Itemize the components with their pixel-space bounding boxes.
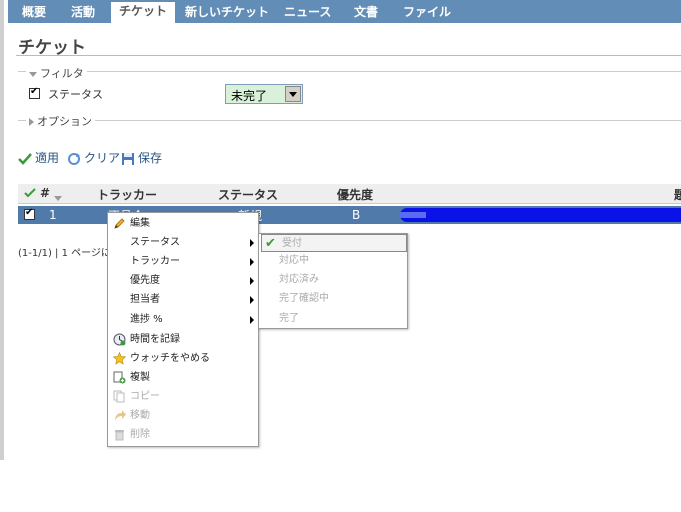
clear-label: クリア bbox=[84, 151, 121, 165]
menu-item-label: ウォッチをやめる bbox=[130, 353, 210, 364]
top-navigation: 概要 活動 チケット 新しいチケット ニュース 文書 ファイル bbox=[8, 0, 681, 23]
status-filter-checkbox[interactable] bbox=[29, 86, 40, 99]
menu-item-label: 進捗 % bbox=[130, 314, 163, 325]
tab-documents[interactable]: 文書 bbox=[354, 3, 378, 23]
tab-issues[interactable]: チケット bbox=[111, 2, 176, 23]
reload-icon bbox=[67, 152, 81, 166]
menu-item-label: 複製 bbox=[130, 372, 150, 383]
clear-button[interactable]: クリア bbox=[67, 150, 120, 166]
submenu-arrow-icon bbox=[250, 316, 254, 324]
submenu-item-status[interactable]: ✔ 受付 bbox=[261, 234, 407, 252]
row-checkbox[interactable] bbox=[24, 207, 35, 220]
pagination-info: (1-1/1) | 1 ページに bbox=[18, 248, 111, 259]
menu-item-duplicate[interactable]: 複製 bbox=[108, 368, 258, 387]
tab-news[interactable]: ニュース bbox=[284, 3, 331, 23]
menu-item-copy: コピー bbox=[108, 387, 258, 406]
clock-icon bbox=[113, 333, 126, 346]
column-priority[interactable]: 優先度 bbox=[337, 186, 373, 203]
menu-item-label: トラッカー bbox=[130, 256, 180, 267]
submenu-item-status[interactable]: 対応済み bbox=[259, 271, 407, 289]
redaction-mark bbox=[400, 208, 681, 222]
save-label: 保存 bbox=[138, 151, 163, 165]
copy-icon bbox=[113, 390, 126, 403]
chevron-down-icon[interactable] bbox=[285, 86, 301, 102]
checkmark-icon bbox=[18, 152, 32, 166]
row-priority: B bbox=[352, 208, 361, 222]
trash-icon bbox=[113, 428, 126, 441]
pencil-icon bbox=[113, 217, 126, 230]
menu-item-status[interactable]: ステータス bbox=[108, 233, 258, 252]
issue-list-header: # トラッカー ステータス 優先度 題 bbox=[18, 184, 681, 204]
submenu-item-status[interactable]: 対応中 bbox=[259, 252, 407, 270]
tab-activity[interactable]: 活動 bbox=[71, 3, 95, 23]
options-legend[interactable]: オプション bbox=[26, 113, 95, 129]
menu-item-tracker[interactable]: トラッカー bbox=[108, 252, 258, 271]
menu-item-label: 削除 bbox=[130, 429, 150, 440]
column-subject[interactable]: 題 bbox=[674, 186, 681, 203]
menu-item-unwatch[interactable]: ウォッチをやめる bbox=[108, 349, 258, 368]
star-icon bbox=[112, 351, 127, 365]
column-status[interactable]: ステータス bbox=[218, 186, 278, 203]
tab-files[interactable]: ファイル bbox=[403, 3, 451, 23]
save-button[interactable]: 保存 bbox=[121, 150, 162, 166]
menu-item-label: 担当者 bbox=[130, 294, 160, 305]
menu-item-label: コピー bbox=[130, 391, 160, 402]
menu-item-done-ratio[interactable]: 進捗 % bbox=[108, 310, 258, 329]
duplicate-icon bbox=[113, 371, 126, 384]
options-legend-label: オプション bbox=[37, 115, 92, 128]
expand-arrow-icon bbox=[29, 118, 34, 126]
submenu-item-label: 対応中 bbox=[279, 255, 309, 266]
filter-fieldset bbox=[18, 71, 681, 72]
menu-item-delete: 削除 bbox=[108, 425, 258, 444]
submenu-arrow-icon bbox=[250, 277, 254, 285]
submenu-arrow-icon bbox=[250, 239, 254, 247]
apply-button[interactable]: 適用 bbox=[18, 150, 59, 166]
submenu-arrow-icon bbox=[250, 258, 254, 266]
menu-item-move: 移動 bbox=[108, 406, 258, 425]
options-fieldset bbox=[18, 120, 681, 121]
submenu-item-label: 対応済み bbox=[279, 274, 319, 285]
menu-item-priority[interactable]: 優先度 bbox=[108, 271, 258, 290]
column-id[interactable]: # bbox=[40, 186, 50, 200]
move-icon bbox=[113, 409, 126, 422]
submenu-item-status[interactable]: 完了 bbox=[259, 310, 407, 328]
menu-item-label: ステータス bbox=[130, 237, 180, 248]
collapse-arrow-icon bbox=[29, 71, 37, 77]
sort-arrow-icon[interactable] bbox=[54, 191, 65, 205]
tab-new-issue[interactable]: 新しいチケット bbox=[185, 3, 269, 23]
status-submenu: ✔ 受付 対応中 対応済み 完了確認中 完了 bbox=[258, 233, 408, 329]
apply-label: 適用 bbox=[35, 151, 60, 165]
menu-item-edit[interactable]: 編集 bbox=[108, 214, 258, 233]
row-id[interactable]: 1 bbox=[49, 208, 57, 222]
submenu-arrow-icon bbox=[250, 296, 254, 304]
filter-legend[interactable]: フィルタ bbox=[26, 65, 87, 81]
menu-item-log-time[interactable]: 時間を記録 bbox=[108, 330, 258, 349]
context-menu: 編集 ステータス トラッカー 優先度 担当者 進捗 % 時間を記録 ウォッチをや… bbox=[107, 212, 259, 447]
checkmark-icon: ✔ bbox=[265, 236, 276, 251]
menu-item-assignee[interactable]: 担当者 bbox=[108, 290, 258, 309]
status-filter-label: ステータス bbox=[48, 88, 103, 101]
menu-item-label: 優先度 bbox=[130, 275, 160, 286]
tab-overview[interactable]: 概要 bbox=[22, 3, 46, 23]
menu-item-label: 時間を記録 bbox=[130, 334, 180, 345]
page-frame: 概要 活動 チケット 新しいチケット ニュース 文書 ファイル チケット フィル… bbox=[0, 0, 681, 460]
submenu-item-status[interactable]: 完了確認中 bbox=[259, 290, 407, 308]
save-disk-icon bbox=[121, 152, 135, 166]
status-operator-select[interactable]: 未完了 bbox=[225, 84, 303, 104]
status-select-value: 未完了 bbox=[231, 89, 268, 103]
filter-legend-label: フィルタ bbox=[40, 67, 84, 80]
select-all-checkmark-icon[interactable] bbox=[24, 187, 36, 202]
menu-item-label: 移動 bbox=[130, 410, 150, 421]
title-divider bbox=[16, 55, 681, 56]
column-tracker[interactable]: トラッカー bbox=[97, 186, 157, 203]
submenu-item-label: 完了確認中 bbox=[279, 293, 329, 304]
menu-item-label: 編集 bbox=[130, 218, 150, 229]
submenu-item-label: 完了 bbox=[279, 313, 299, 324]
submenu-item-label: 受付 bbox=[282, 238, 302, 249]
